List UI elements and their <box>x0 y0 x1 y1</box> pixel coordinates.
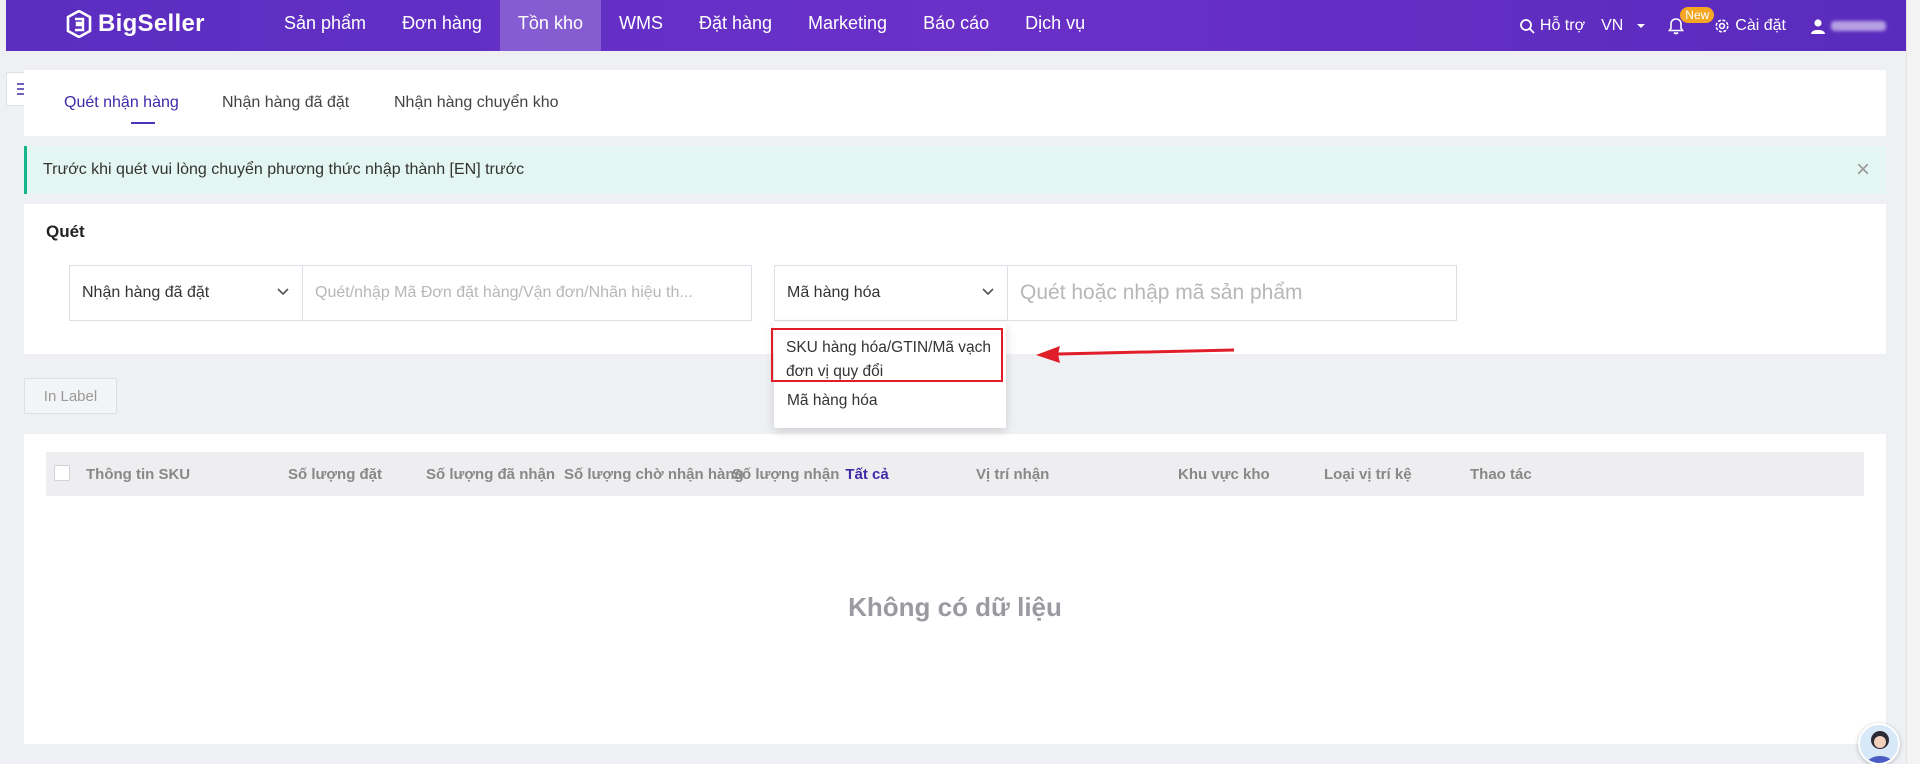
tab-scan-receive[interactable]: Quét nhận hàng <box>64 94 179 112</box>
chevron-down-icon <box>277 288 289 296</box>
print-label-button[interactable]: In Label <box>24 378 117 414</box>
nav-item-inventory[interactable]: Tồn kho <box>499 0 601 51</box>
column-receive-location: Vị trí nhận <box>976 466 1050 483</box>
empty-state-text: Không có dữ liệu <box>848 592 1062 622</box>
language-label: VN <box>1601 16 1624 34</box>
support-agent-icon <box>1860 725 1898 763</box>
scan-title: Quét <box>46 222 85 241</box>
alert-message: Trước khi quét vui lòng chuyển phương th… <box>43 161 525 178</box>
input-method-alert: Trước khi quét vui lòng chuyển phương th… <box>24 146 1886 194</box>
column-received-qty: Số lượng đã nhận <box>426 466 556 483</box>
caret-down-icon <box>1637 23 1646 28</box>
dropdown-option-sku-gtin[interactable]: SKU hàng hóa/GTIN/Mã vạch đơn vị quy đổi <box>771 328 1003 382</box>
order-type-select[interactable]: Nhận hàng đã đặt <box>69 265 303 321</box>
column-ordered-qty: Số lượng đặt <box>288 466 383 483</box>
column-receive-qty-label: Số lượng nhận <box>732 466 840 483</box>
new-badge: New <box>1680 6 1715 23</box>
order-search-placeholder: Quét/nhập Mã Đơn đặt hàng/Vận đơn/Nhãn h… <box>315 284 693 301</box>
column-sku-info: Thông tin SKU <box>86 466 191 483</box>
bigseller-logo-icon <box>66 10 92 38</box>
column-actions: Thao tác <box>1470 466 1532 483</box>
order-search-input[interactable]: Quét/nhập Mã Đơn đặt hàng/Vận đơn/Nhãn h… <box>302 265 752 321</box>
chevron-down-icon <box>982 288 994 296</box>
tab-receive-ordered[interactable]: Nhận hàng đã đặt <box>222 94 349 112</box>
order-type-value: Nhận hàng đã đặt <box>82 284 210 301</box>
active-tab-indicator <box>131 122 155 124</box>
column-shelf-type: Loại vị trí kệ <box>1324 466 1412 483</box>
product-code-placeholder: Quét hoặc nhập mã sản phẩm <box>1020 281 1303 304</box>
page-scrollbar[interactable] <box>1906 0 1920 764</box>
column-receive-qty: Số lượng nhận Tất cả <box>732 466 889 483</box>
nav-item-services[interactable]: Dịch vụ <box>1007 0 1103 51</box>
column-warehouse-zone: Khu vực kho <box>1178 466 1270 483</box>
brand-name: BigSeller <box>98 10 205 37</box>
language-selector[interactable]: VN <box>1601 17 1646 35</box>
code-type-select[interactable]: Mã hàng hóa <box>774 265 1008 321</box>
notifications-button[interactable]: New <box>1668 6 1715 35</box>
nav-right-tools: Hỗ trợ VN New Cài đặt <box>1519 0 1886 51</box>
nav-item-products[interactable]: Sản phẩm <box>266 0 384 51</box>
product-code-input[interactable]: Quét hoặc nhập mã sản phẩm <box>1007 265 1457 321</box>
close-icon[interactable]: × <box>1856 158 1870 182</box>
code-type-value: Mã hàng hóa <box>787 284 881 301</box>
user-menu[interactable] <box>1810 18 1886 34</box>
dropdown-option-product-code[interactable]: Mã hàng hóa <box>787 392 878 410</box>
nav-item-marketing[interactable]: Marketing <box>790 0 905 51</box>
column-pending-qty: Số lượng chờ nhận hàng <box>564 466 744 483</box>
top-navbar: BigSeller Sản phẩm Đơn hàng Tồn kho WMS … <box>6 0 1906 51</box>
nav-item-purchase[interactable]: Đặt hàng <box>681 0 790 51</box>
nav-item-reports[interactable]: Báo cáo <box>905 0 1007 51</box>
tab-receive-transfer[interactable]: Nhận hàng chuyển kho <box>394 94 559 112</box>
user-icon <box>1811 18 1825 34</box>
receive-all-link[interactable]: Tất cả <box>845 466 888 483</box>
customer-support-avatar[interactable] <box>1858 723 1900 764</box>
search-icon <box>1519 18 1535 34</box>
code-type-dropdown: SKU hàng hóa/GTIN/Mã vạch đơn vị quy đổi… <box>771 322 1006 428</box>
user-name-blurred <box>1831 20 1886 31</box>
support-link[interactable]: Hỗ trợ <box>1519 17 1585 35</box>
nav-item-orders[interactable]: Đơn hàng <box>384 0 500 51</box>
annotation-arrow-icon <box>1036 346 1235 363</box>
receive-table: Thông tin SKU Số lượng đặt Số lượng đã n… <box>24 434 1886 744</box>
select-all-checkbox[interactable] <box>54 465 70 481</box>
table-header: Thông tin SKU Số lượng đặt Số lượng đã n… <box>46 452 1864 496</box>
settings-label: Cài đặt <box>1735 16 1786 34</box>
settings-button[interactable]: Cài đặt <box>1714 17 1786 35</box>
nav-item-wms[interactable]: WMS <box>601 0 681 51</box>
main-menu: Sản phẩm Đơn hàng Tồn kho WMS Đặt hàng M… <box>266 0 1103 51</box>
receive-tabs: Quét nhận hàng Nhận hàng đã đặt Nhận hàn… <box>24 70 1886 136</box>
gear-icon <box>1715 18 1729 33</box>
support-label: Hỗ trợ <box>1539 16 1586 34</box>
brand-logo[interactable]: BigSeller <box>66 10 205 38</box>
